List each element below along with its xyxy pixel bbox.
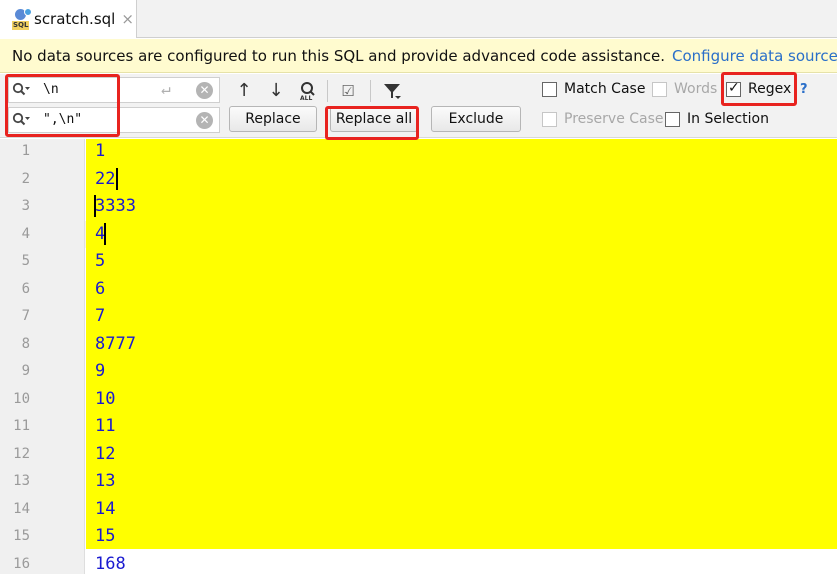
words-label: Words <box>674 81 718 97</box>
line-number: 14 <box>13 501 30 517</box>
clear-search-icon[interactable]: ✕ <box>196 82 213 99</box>
checkbox-box[interactable] <box>652 81 667 97</box>
code-line[interactable]: 6 <box>95 279 105 299</box>
replace-history-icon[interactable] <box>12 112 30 128</box>
checkbox-box[interactable] <box>542 81 557 97</box>
code-line[interactable]: 11 <box>95 416 115 436</box>
replace-field[interactable]: ",\n" ✕ <box>8 107 220 133</box>
line-number: 9 <box>21 363 30 379</box>
line-number: 6 <box>21 281 30 297</box>
preserve-case-checkbox[interactable]: Preserve Case <box>542 111 664 127</box>
preserve-case-label: Preserve Case <box>564 111 664 127</box>
replace-button[interactable]: Replace <box>229 106 317 132</box>
line-number: 1 <box>21 143 30 159</box>
filter-icon[interactable] <box>380 80 404 102</box>
replace-input[interactable]: ",\n" <box>43 112 82 127</box>
code-line[interactable]: 3333 <box>95 196 136 216</box>
checkbox-box-checked[interactable] <box>726 80 741 97</box>
newline-icon[interactable]: ↵ <box>161 79 171 98</box>
code-line[interactable]: 13 <box>95 471 115 491</box>
line-number: 4 <box>21 226 30 242</box>
code-line[interactable]: 1 <box>95 141 105 161</box>
text-caret <box>116 168 118 190</box>
checkbox-box[interactable] <box>542 111 557 127</box>
match-highlight <box>86 139 837 549</box>
code-line[interactable]: 15 <box>95 526 115 546</box>
regex-label: Regex <box>748 81 792 97</box>
text-caret <box>104 223 106 245</box>
code-line[interactable]: 7 <box>95 306 105 326</box>
code-line[interactable]: 168 <box>95 554 126 574</box>
tab-label: scratch.sql <box>34 10 116 28</box>
code-line[interactable]: 22 <box>95 169 115 189</box>
line-number: 12 <box>13 446 30 462</box>
all-label: ALL <box>300 95 313 102</box>
code-line[interactable]: 14 <box>95 499 115 519</box>
clear-replace-icon[interactable]: ✕ <box>196 112 213 129</box>
in-selection-label: In Selection <box>687 111 769 127</box>
line-number: 5 <box>21 253 30 269</box>
configure-data-source-link[interactable]: Configure data source <box>672 47 837 65</box>
search-history-icon[interactable] <box>12 82 30 98</box>
close-tab-icon[interactable]: × <box>121 10 134 28</box>
code-line[interactable]: 12 <box>95 444 115 464</box>
line-number: 2 <box>21 171 30 187</box>
regex-checkbox[interactable]: Regex <box>726 80 792 97</box>
search-input[interactable]: \n <box>43 82 59 97</box>
exclude-button[interactable]: Exclude <box>431 106 521 132</box>
in-selection-checkbox[interactable]: In Selection <box>665 111 769 127</box>
tab-scratch-sql[interactable]: SQL scratch.sql × <box>0 0 137 38</box>
regex-help-icon[interactable]: ? <box>800 82 808 97</box>
sql-file-icon: SQL <box>12 8 32 30</box>
code-line[interactable]: 9 <box>95 361 105 381</box>
line-number: 3 <box>21 198 30 214</box>
line-number: 10 <box>13 391 30 407</box>
line-number: 11 <box>13 418 30 434</box>
replace-all-button[interactable]: Replace all <box>330 106 418 132</box>
toolbar-divider <box>327 80 328 102</box>
code-line[interactable]: 10 <box>95 389 115 409</box>
text-caret <box>94 195 96 217</box>
line-number: 7 <box>21 308 30 324</box>
words-checkbox[interactable]: Words <box>652 81 717 97</box>
previous-occurrence-icon[interactable]: ↑ <box>232 80 256 102</box>
line-number: 13 <box>13 473 30 489</box>
toolbar-divider <box>370 80 371 102</box>
banner-message: No data sources are configured to run th… <box>12 46 665 65</box>
line-number: 16 <box>13 556 30 572</box>
multiline-toggle-icon[interactable]: ☑ <box>336 80 360 102</box>
checkbox-box[interactable] <box>665 111 680 127</box>
next-occurrence-icon[interactable]: ↓ <box>264 80 288 102</box>
code-line[interactable]: 5 <box>95 251 105 271</box>
find-replace-panel: \n ↵ ✕ ",\n" ✕ ↑ ↓ ALL ☑ Replace Replace… <box>0 74 837 138</box>
editor-tab-bar: SQL scratch.sql × <box>0 0 837 38</box>
code-line[interactable]: 8777 <box>95 334 136 354</box>
line-number: 15 <box>13 528 30 544</box>
line-number-gutter: 1 2 3 4 5 6 7 8 9 10 11 12 13 14 15 16 <box>0 139 85 574</box>
match-case-label: Match Case <box>564 81 646 97</box>
line-number: 8 <box>21 336 30 352</box>
notification-banner: No data sources are configured to run th… <box>0 39 837 73</box>
match-case-checkbox[interactable]: Match Case <box>542 81 645 97</box>
search-field[interactable]: \n ↵ ✕ <box>8 77 220 103</box>
